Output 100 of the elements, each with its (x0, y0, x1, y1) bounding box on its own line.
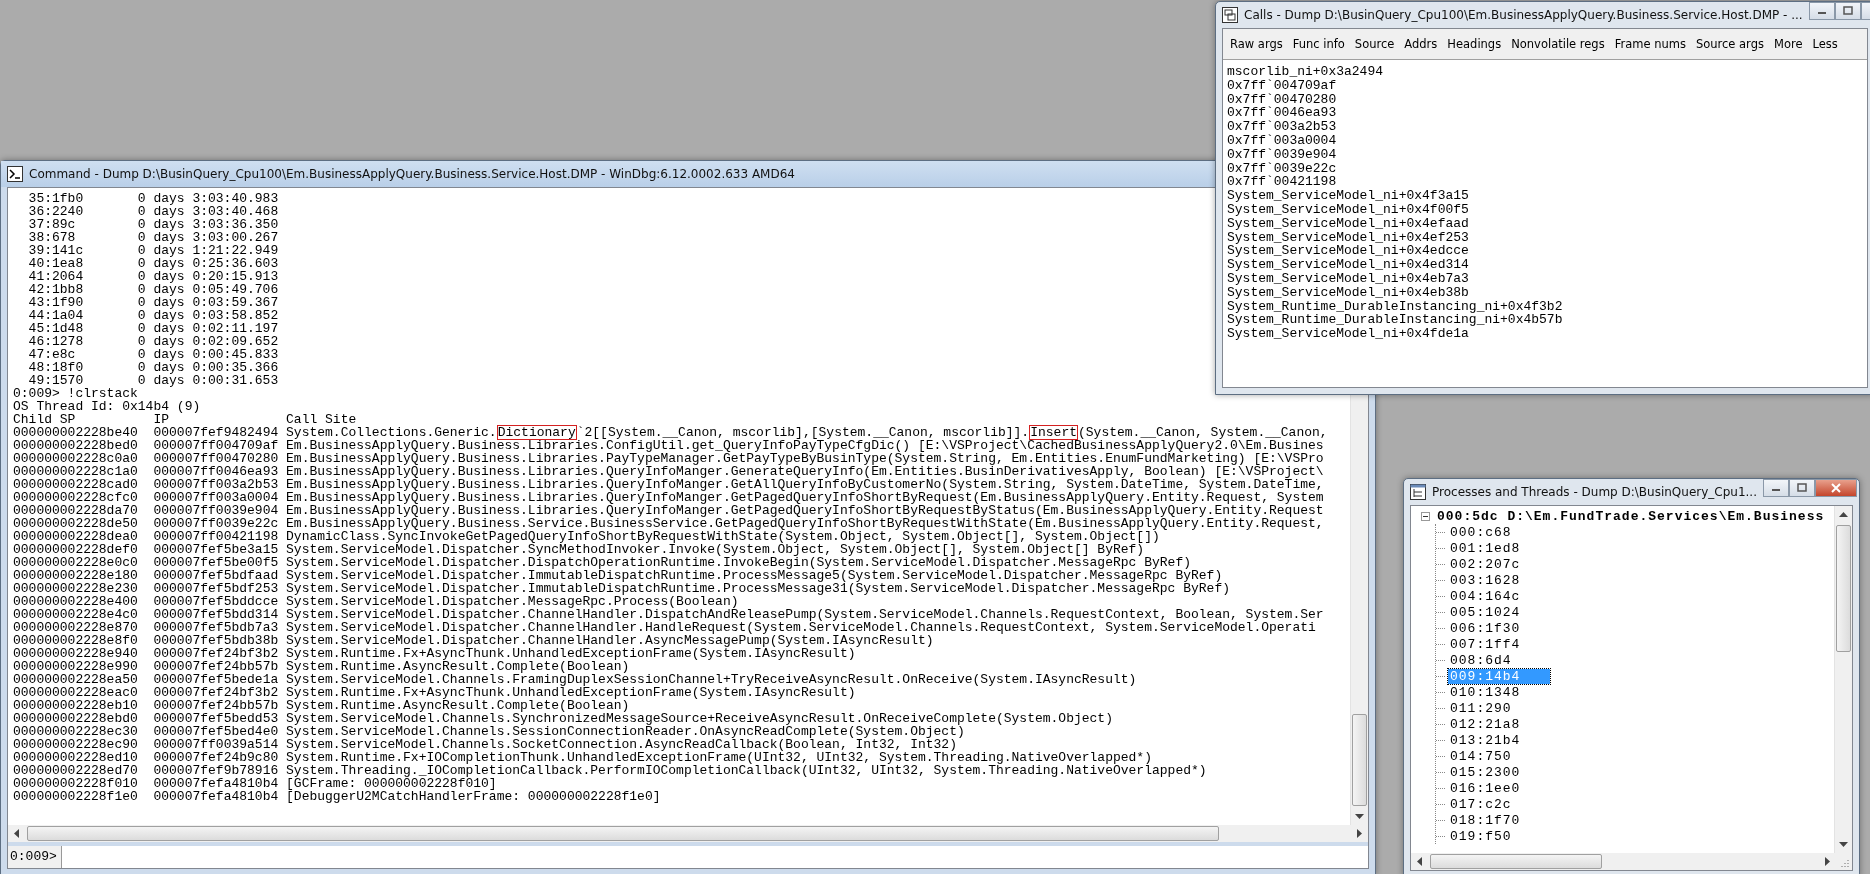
toolbar-button[interactable]: Headings (1442, 33, 1507, 55)
thread-node[interactable]: 003:1628 (1448, 572, 1523, 588)
thread-node[interactable]: 016:1ee0 (1448, 780, 1523, 796)
collapse-icon[interactable] (1421, 511, 1430, 521)
horizontal-scrollbar[interactable] (1411, 853, 1852, 870)
child-sp-value: 000000002228be40 (13, 426, 139, 439)
up-arrow-icon[interactable] (1839, 512, 1848, 517)
call-entry[interactable]: System_ServiceModel_ni+0x4eb7a3 (1227, 271, 1863, 286)
elapsed-time: 0 days 0:00:35.366 (137, 361, 279, 374)
ip-value: 000007fef24b9c80 (153, 751, 280, 764)
child-sp-value: 000000002228e4c0 (13, 608, 139, 621)
thread-id: 41:2064 (28, 270, 85, 283)
call-entry[interactable]: 0x7ff`003a2b53 (1227, 120, 1863, 134)
toolbar-button[interactable]: Source args (1690, 33, 1769, 55)
thread-node[interactable]: 010:1348 (1448, 684, 1523, 700)
thread-node[interactable]: 017:c2c (1448, 796, 1514, 812)
elapsed-time: 0 days 1:21:22.949 (137, 244, 279, 257)
call-entry[interactable]: System_ServiceModel_ni+0x4fde1a (1227, 327, 1863, 341)
scroll-thumb[interactable] (1836, 525, 1851, 652)
thread-node[interactable]: 015:2300 (1448, 764, 1523, 780)
thread-node[interactable]: 018:1f70 (1448, 812, 1523, 828)
call-entry[interactable]: 0x7ff`004709af (1227, 78, 1863, 93)
elapsed-time: 0 days 0:20:15.913 (137, 270, 279, 283)
down-arrow-icon[interactable] (1355, 814, 1364, 819)
thread-id: 47:e8c (28, 348, 77, 361)
close-button[interactable] (1815, 479, 1857, 497)
toolbar-button[interactable]: Frame nums (1609, 33, 1691, 55)
toolbar-button[interactable]: Nonvolatile regs (1506, 33, 1610, 55)
call-entry[interactable]: 0x7ff`00421198 (1227, 175, 1863, 190)
call-entry[interactable]: System_ServiceModel_ni+0x4ed314 (1227, 258, 1863, 272)
ip-value: 000007ff00421198 (153, 530, 280, 543)
call-entry[interactable]: System_ServiceModel_ni+0x4edcce (1227, 244, 1863, 259)
call-entry[interactable]: 0x7ff`00470280 (1227, 92, 1863, 107)
thread-node[interactable]: 001:1ed8 (1448, 540, 1523, 556)
elapsed-time: 0 days 0:03:59.367 (137, 296, 279, 309)
ip-value: 000007ff0039a514 (153, 738, 280, 751)
toolbar-button[interactable]: Addrs (1399, 33, 1443, 55)
left-arrow-icon[interactable] (14, 829, 19, 838)
call-entry[interactable]: System_Runtime_DurableInstancing_ni+0x4f3b2 (1227, 299, 1863, 314)
call-entry[interactable]: System_ServiceModel_ni+0x4f3a15 (1227, 189, 1863, 203)
call-site-text: System.Runtime.AsyncResult.Complete(Boolean) (286, 660, 630, 673)
scroll-thumb[interactable] (1352, 714, 1367, 806)
toolbar-button[interactable]: Raw args (1225, 33, 1288, 55)
call-entry[interactable]: 0x7ff`0039e904 (1227, 147, 1863, 162)
ip-value: 000007fef5bdb7a3 (153, 621, 280, 634)
elapsed-time: 0 days 3:03:40.468 (137, 205, 279, 218)
call-entry[interactable]: 0x7ff`003a0004 (1227, 134, 1863, 148)
thread-node[interactable]: 007:1ff4 (1448, 636, 1523, 652)
call-entry[interactable]: 0x7ff`0046ea93 (1227, 106, 1863, 121)
call-entry[interactable]: System_ServiceModel_ni+0x4f00f5 (1227, 202, 1863, 217)
thread-node[interactable]: 002:207c (1448, 556, 1523, 572)
vertical-scrollbar[interactable] (1834, 506, 1852, 853)
call-site-text: System.ServiceModel.Dispatcher.ChannelHandler.DispatchAndReleasePump(System.ServiceModel.Channels.RequestContext, Boolean, System.Ser (286, 608, 1324, 621)
horizontal-scrollbar[interactable] (8, 825, 1368, 842)
thread-id: 39:141c (28, 244, 85, 257)
thread-node[interactable]: 004:164c (1448, 588, 1523, 604)
toolbar-button[interactable]: Source (1349, 33, 1400, 55)
thread-node[interactable]: 008:6d4 (1448, 652, 1514, 668)
maximize-button[interactable] (1834, 2, 1861, 20)
scroll-thumb[interactable] (1430, 854, 1602, 869)
thread-node[interactable]: 006:1f30 (1448, 620, 1523, 636)
call-entry[interactable]: System_Runtime_DurableInstancing_ni+0x4b57b (1227, 313, 1863, 328)
elapsed-time: 0 days 0:02:09.652 (137, 335, 279, 348)
right-arrow-icon[interactable] (1825, 857, 1830, 866)
thread-node[interactable]: 012:21a8 (1448, 716, 1523, 732)
toolbar-button[interactable]: Func info (1287, 33, 1350, 55)
ip-value: 000007ff00470280 (153, 452, 280, 465)
ip-value: 000007fef5bdb38b (153, 634, 280, 647)
toolbar-button[interactable]: More (1768, 33, 1808, 55)
call-entry[interactable]: mscorlib_ni+0x3a2494 (1227, 65, 1863, 79)
child-sp-value: 000000002228def0 (13, 543, 139, 556)
scroll-thumb[interactable] (27, 826, 1219, 841)
child-sp-value: 000000002228e400 (13, 595, 139, 608)
right-arrow-icon[interactable] (1357, 829, 1362, 838)
thread-node[interactable]: 014:750 (1448, 748, 1514, 764)
call-entry[interactable]: System_ServiceModel_ni+0x4efaad (1227, 216, 1863, 231)
child-sp-value: 000000002228ed70 (13, 764, 139, 777)
down-arrow-icon[interactable] (1839, 842, 1848, 847)
thread-node[interactable]: 000:c68 (1448, 524, 1514, 540)
call-entry[interactable]: System_ServiceModel_ni+0x4ef253 (1227, 230, 1863, 245)
maximize-button[interactable] (1789, 479, 1815, 497)
toolbar-button[interactable]: Less (1807, 33, 1843, 55)
call-entry[interactable]: System_ServiceModel_ni+0x4eb38b (1227, 285, 1863, 300)
minimize-button[interactable] (1763, 479, 1789, 497)
call-site-text: System.Collections.Generic. (286, 426, 497, 439)
child-sp-value: 000000002228eb10 (13, 699, 139, 712)
elapsed-time: 0 days 0:05:49.706 (137, 283, 279, 296)
elapsed-time: 0 days 3:03:40.983 (137, 192, 279, 205)
call-entry[interactable]: 0x7ff`0039e22c (1227, 161, 1863, 176)
call-site-text: Insert (1029, 425, 1078, 440)
thread-node[interactable]: 013:21b4 (1448, 732, 1523, 748)
thread-node[interactable]: 005:1024 (1448, 604, 1523, 620)
thread-node[interactable]: 011:290 (1448, 700, 1514, 716)
elapsed-time: 0 days 0:03:58.852 (137, 309, 279, 322)
left-arrow-icon[interactable] (1417, 857, 1422, 866)
process-node[interactable]: 000:5dc D:\Em.FundTrade.Services\Em.Business (1435, 508, 1827, 524)
minimize-button[interactable] (1808, 2, 1835, 20)
ip-value: 000007fef5bdd314 (153, 608, 280, 621)
ip-value: 000007fef5bede1a (153, 673, 280, 686)
thread-node[interactable]: 019:f50 (1448, 828, 1514, 844)
